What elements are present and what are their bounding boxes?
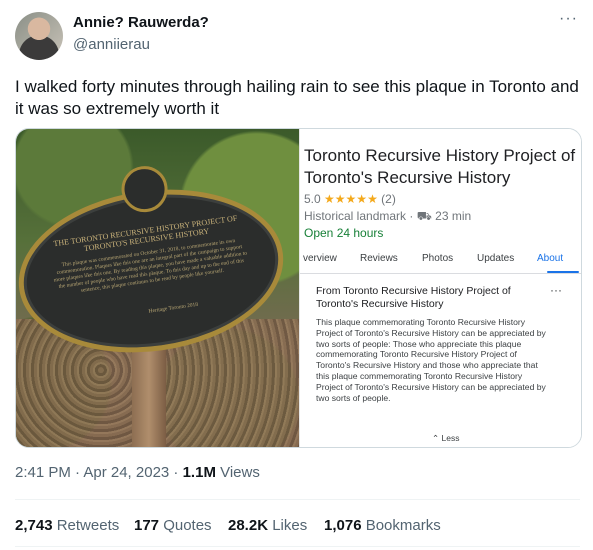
separator-dot: · bbox=[409, 209, 417, 223]
about-card-title: From Toronto Recursive History Project o… bbox=[316, 285, 511, 310]
likes-label: Likes bbox=[268, 517, 308, 534]
about-card-body: This plaque commemorating Toronto Recurs… bbox=[316, 317, 546, 403]
review-count[interactable]: (2) bbox=[381, 192, 396, 206]
quotes-label: Quotes bbox=[159, 517, 212, 534]
tab-photos[interactable]: Photos bbox=[422, 253, 453, 264]
divider-bottom bbox=[15, 546, 580, 547]
views-count: 1.1M bbox=[182, 464, 216, 481]
place-title: Toronto Recursive History Project of Tor… bbox=[304, 146, 576, 187]
bookmarks-count: 1,076 bbox=[324, 517, 362, 534]
plaque-crest-icon bbox=[118, 163, 171, 216]
author-display-name[interactable]: Annie? Rauwerda? bbox=[73, 14, 209, 31]
retweets-count: 2,743 bbox=[15, 517, 53, 534]
less-button[interactable]: ⌃ Less bbox=[432, 433, 459, 444]
plaque-photo[interactable]: THE TORONTO RECURSIVE HISTORY PROJECT OF… bbox=[16, 129, 299, 447]
tweet-media[interactable]: THE TORONTO RECURSIVE HISTORY PROJECT OF… bbox=[15, 128, 582, 448]
place-tabs: verview Reviews Photos Updates About bbox=[300, 247, 581, 274]
star-rating-icon: ★★★★★ bbox=[324, 192, 378, 206]
quotes-count: 177 bbox=[134, 517, 160, 534]
chevron-up-icon: ⌃ bbox=[432, 433, 440, 443]
tab-reviews[interactable]: Reviews bbox=[360, 253, 398, 264]
wooden-post bbox=[132, 339, 166, 447]
plaque-signature: Heritage Toronto 2018 bbox=[148, 301, 199, 315]
rating-value: 5.0 bbox=[304, 192, 321, 206]
place-rating: 5.0 ★★★★★ (2) bbox=[304, 192, 396, 206]
about-card: From Toronto Recursive History Project o… bbox=[300, 273, 581, 447]
place-type: Historical landmark bbox=[304, 209, 407, 223]
views-label: Views bbox=[215, 464, 260, 481]
more-options-icon[interactable]: ··· bbox=[559, 11, 581, 30]
divider-top bbox=[15, 499, 580, 500]
tweet-text: I walked forty minutes through hailing r… bbox=[15, 77, 579, 118]
card-more-icon[interactable]: ··· bbox=[550, 283, 562, 297]
likes-stat[interactable]: 28.2K Likes bbox=[228, 517, 307, 534]
less-label: Less bbox=[441, 433, 460, 443]
avatar[interactable] bbox=[15, 12, 63, 60]
drive-time: 23 min bbox=[435, 209, 472, 223]
tab-overview[interactable]: verview bbox=[303, 253, 337, 264]
place-type-row: Historical landmark · ⛟ 23 min bbox=[304, 209, 471, 225]
tab-updates[interactable]: Updates bbox=[477, 253, 514, 264]
place-info-panel: Toronto Recursive History Project of Tor… bbox=[299, 129, 581, 447]
likes-count: 28.2K bbox=[228, 517, 269, 534]
tweet-meta: 2:41 PM · Apr 24, 2023 · 1.1M Views bbox=[15, 464, 260, 481]
retweets-label: Retweets bbox=[52, 517, 120, 534]
place-hours: Open 24 hours bbox=[304, 226, 384, 240]
car-icon: ⛟ bbox=[416, 209, 432, 223]
bookmarks-label: Bookmarks bbox=[361, 517, 441, 534]
quotes-stat[interactable]: 177 Quotes bbox=[134, 517, 212, 534]
timestamp[interactable]: 2:41 PM · Apr 24, 2023 · bbox=[15, 464, 183, 481]
bookmarks-stat[interactable]: 1,076 Bookmarks bbox=[324, 517, 441, 534]
author-handle[interactable]: @anniierau bbox=[73, 36, 150, 53]
tab-about[interactable]: About bbox=[537, 253, 563, 264]
retweets-stat[interactable]: 2,743 Retweets bbox=[15, 517, 119, 534]
